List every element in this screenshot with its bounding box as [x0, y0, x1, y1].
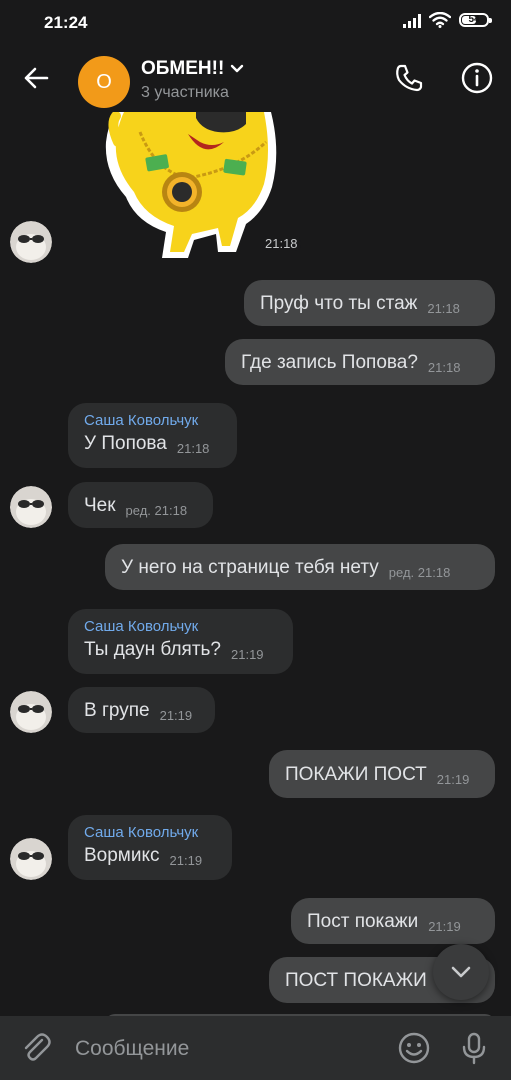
outgoing-message[interactable]: ПОКАЖИ ПОСТ 21:19: [269, 750, 495, 798]
chat-screen: 21:24 54 О ОБМЕН!! 3 участника 21:18 Пру…: [0, 0, 511, 1080]
chat-avatar[interactable]: О: [78, 56, 130, 108]
outgoing-message[interactable]: Пруф что ты стаж 21:18: [244, 280, 495, 326]
message-time: 21:19: [436, 772, 470, 787]
outgoing-message[interactable]: Пост покажи 21:19: [291, 898, 495, 944]
outgoing-message[interactable]: Где запись Попова? 21:18: [225, 339, 495, 385]
incoming-message[interactable]: Саша Ковольчук Вормикс 21:19: [68, 815, 232, 880]
message-time: ред. 21:18: [388, 565, 451, 580]
message-input[interactable]: Сообщение: [75, 1037, 189, 1061]
message-time: 21:19: [159, 708, 193, 723]
status-bar: 21:24 54: [0, 0, 511, 46]
chat-subtitle: 3 участника: [141, 84, 229, 101]
chat-title[interactable]: ОБМЕН!!: [141, 58, 244, 80]
message-text: ПОСТ ПОКАЖИ: [285, 970, 427, 991]
status-time: 21:24: [44, 13, 88, 32]
chevron-down-icon: [231, 64, 244, 73]
avatar[interactable]: [10, 221, 52, 263]
message-list[interactable]: 21:18 Пруф что ты стаж 21:18 Где запись …: [0, 112, 511, 1016]
message-text: У него на странице тебя нету: [121, 557, 379, 578]
chat-header: О ОБМЕН!! 3 участника: [0, 46, 511, 112]
message-time: 21:18: [262, 236, 301, 251]
chevron-down-icon: [451, 966, 471, 978]
incoming-message[interactable]: Чек ред. 21:18: [68, 482, 213, 528]
message-text: Чек: [84, 495, 116, 516]
wifi-icon: [429, 12, 451, 28]
avatar[interactable]: [10, 838, 52, 880]
message-time: 21:19: [428, 919, 461, 934]
avatar[interactable]: [10, 691, 52, 733]
message-time: 21:18: [427, 301, 460, 316]
message-text: У Попова: [84, 433, 167, 454]
message-text: Пост покажи: [307, 911, 419, 932]
battery-level: 54: [468, 14, 480, 25]
outgoing-message[interactable]: У него на странице тебя нету ред. 21:18: [105, 544, 495, 590]
battery-icon: 54: [459, 13, 492, 27]
info-icon[interactable]: [459, 60, 495, 96]
message-composer: Сообщение: [0, 1016, 511, 1080]
message-time: 21:18: [176, 441, 210, 456]
message-text: Ты даун блять?: [84, 639, 221, 660]
attach-icon[interactable]: [18, 1030, 54, 1066]
message-text: В групе: [84, 700, 150, 721]
sender-name[interactable]: Саша Ковольчук: [84, 618, 277, 635]
avatar[interactable]: [10, 486, 52, 528]
message-time: 21:18: [427, 360, 461, 375]
message-text: Вормикс: [84, 845, 160, 866]
emoji-icon[interactable]: [396, 1030, 432, 1066]
sender-name[interactable]: Саша Ковольчук: [84, 824, 216, 841]
phone-icon[interactable]: [391, 60, 427, 96]
message-time: ред. 21:18: [125, 503, 188, 518]
message-text: Пруф что ты стаж: [260, 293, 418, 314]
incoming-message[interactable]: В групе 21:19: [68, 687, 215, 733]
arrow-left-icon[interactable]: [18, 60, 54, 96]
signal-icon: [403, 12, 421, 28]
sticker-image[interactable]: [96, 112, 286, 258]
message-text: Где запись Попова?: [241, 352, 418, 373]
microphone-icon[interactable]: [456, 1030, 492, 1066]
sender-name[interactable]: Саша Ковольчук: [84, 412, 221, 429]
scroll-down-button[interactable]: [433, 944, 489, 1000]
status-icons: 54: [403, 12, 492, 28]
incoming-message[interactable]: Саша Ковольчук Ты даун блять? 21:19: [68, 609, 293, 674]
incoming-message[interactable]: Саша Ковольчук У Попова 21:18: [68, 403, 237, 468]
message-text: ПОКАЖИ ПОСТ: [285, 764, 427, 785]
message-time: 21:19: [231, 647, 264, 662]
message-time: 21:19: [169, 853, 203, 868]
chat-title-text: ОБМЕН!!: [141, 58, 225, 79]
